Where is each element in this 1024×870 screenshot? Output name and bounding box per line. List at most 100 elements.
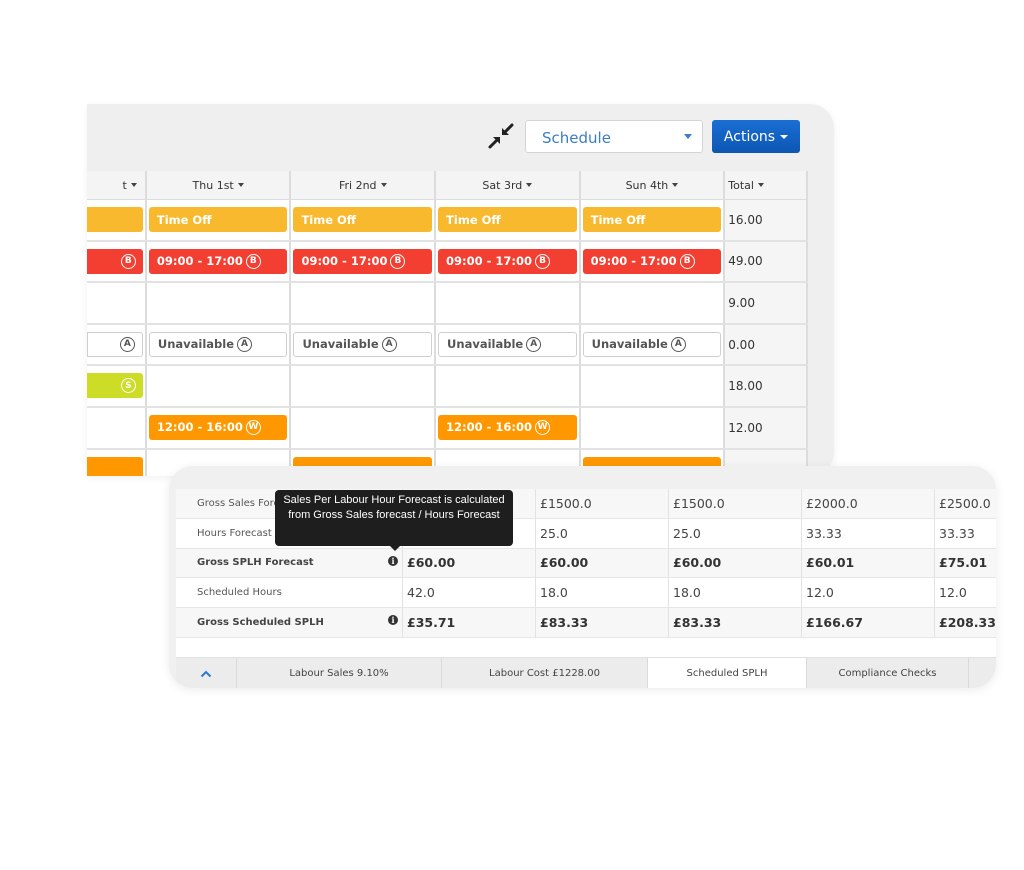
schedule-row: A Unavailable A Unavailable A Unavailable A Una…	[87, 324, 809, 367]
metric-value: £166.67	[802, 608, 935, 637]
schedule-cell[interactable]: 09:00 - 17:00 B	[291, 241, 437, 282]
schedule-cell[interactable]: 12:00 - 16:00 W	[436, 407, 581, 448]
schedule-cell[interactable]: S	[87, 366, 147, 406]
schedule-cell[interactable]	[146, 283, 292, 323]
schedule-cell[interactable]	[87, 200, 147, 240]
tab-scheduled-splh[interactable]: Scheduled SPLH	[648, 658, 807, 688]
schedule-row: 9.00	[87, 283, 809, 325]
actions-label: Actions	[723, 128, 776, 145]
caret-down-icon	[684, 134, 692, 139]
shift-block[interactable]	[87, 456, 143, 476]
view-select[interactable]: Schedule	[525, 120, 703, 153]
schedule-cell[interactable]: 09:00 - 17:00 B	[436, 241, 581, 282]
metric-value: £83.33	[669, 608, 802, 637]
caret-down-icon	[237, 183, 244, 187]
schedule-cell[interactable]	[436, 366, 581, 406]
schedule-cell[interactable]: 09:00 - 17:00 B	[146, 241, 292, 282]
time-off-block[interactable]: Time Off	[438, 207, 577, 232]
schedule-cell[interactable]: Unavailable A	[146, 324, 292, 365]
shift-block[interactable]: 09:00 - 17:00 B	[293, 248, 433, 274]
tab-labour-sales[interactable]: Labour Sales 9.10%	[237, 658, 442, 688]
time-off-block[interactable]: Time Off	[293, 207, 433, 232]
schedule-cell[interactable]	[87, 407, 147, 448]
row-total: 18.00	[725, 366, 809, 406]
role-badge-icon: W	[535, 419, 551, 435]
shift-block[interactable]: 09:00 - 17:00 B	[438, 248, 577, 274]
role-badge-icon: A	[670, 336, 686, 352]
unavailable-block[interactable]: Unavailable A	[148, 331, 288, 357]
shift-label: Unavailable	[591, 337, 668, 352]
metric-value: £60.00	[536, 548, 669, 578]
schedule-cell[interactable]	[580, 283, 726, 323]
schedule-cell[interactable]	[146, 366, 292, 406]
unavailable-block[interactable]: Unavailable A	[438, 331, 577, 357]
schedule-row: B 09:00 - 17:00 B 09:00 - 17:00 B 09:00 - 17:…	[87, 241, 809, 284]
unavailable-block[interactable]: A	[87, 331, 143, 357]
schedule-cell[interactable]	[436, 283, 581, 323]
schedule-cell[interactable]: B	[87, 241, 147, 282]
schedule-cell[interactable]: Time Off	[291, 200, 437, 240]
schedule-cell[interactable]: Time Off	[436, 200, 581, 240]
metrics-row: Gross SPLH Forecast i £60.00 £60.00 £60.00 £6…	[176, 548, 996, 579]
shift-block[interactable]: B	[87, 248, 143, 274]
time-off-block[interactable]	[87, 207, 143, 232]
row-total: 9.00	[725, 283, 809, 323]
shift-label: 09:00 - 17:00	[590, 254, 677, 269]
collapse-arrows-icon[interactable]	[485, 120, 517, 152]
metric-value: £208.33	[939, 615, 996, 631]
shift-block[interactable]: 12:00 - 16:00 W	[438, 414, 577, 440]
unavailable-block[interactable]: Unavailable A	[293, 331, 433, 357]
metric-value: 42.0	[403, 578, 536, 608]
row-total: 49.00	[725, 241, 809, 282]
column-header[interactable]: t	[87, 171, 147, 199]
column-header-label: Sun 4th	[625, 178, 669, 192]
schedule-cell[interactable]	[291, 283, 437, 323]
schedule-cell[interactable]	[291, 407, 437, 448]
schedule-cell[interactable]: Time Off	[146, 200, 292, 240]
caret-down-icon	[130, 183, 137, 187]
column-header-label: t	[122, 178, 127, 192]
metric-value: 33.33	[802, 518, 935, 548]
shift-block[interactable]: 09:00 - 17:00 B	[148, 248, 288, 274]
schedule-toolbar: Schedule Actions	[87, 104, 834, 168]
schedule-cell[interactable]: 12:00 - 16:00 W	[146, 407, 292, 448]
schedule-cell[interactable]	[87, 449, 147, 476]
column-header[interactable]: Thu 1st	[147, 171, 292, 199]
schedule-cell[interactable]: Time Off	[580, 200, 726, 240]
schedule-cell[interactable]	[580, 407, 726, 448]
schedule-cell[interactable]	[580, 366, 726, 406]
actions-button[interactable]: Actions	[712, 120, 800, 153]
time-off-block[interactable]: Time Off	[148, 207, 288, 232]
chevron-up-icon[interactable]	[176, 658, 237, 688]
shift-block[interactable]: 12:00 - 16:00 W	[148, 414, 288, 440]
time-off-block[interactable]: Time Off	[582, 207, 722, 232]
shift-block[interactable]: 09:00 - 17:00 B	[582, 248, 722, 274]
schedule-cell[interactable]: Unavailable A	[580, 324, 726, 365]
unavailable-block[interactable]: Unavailable A	[582, 331, 722, 357]
tab-compliance-checks[interactable]: Compliance Checks	[807, 658, 969, 688]
info-icon[interactable]: i	[388, 615, 398, 626]
shift-block[interactable]: S	[87, 373, 143, 399]
row-total: 0.00	[725, 324, 809, 365]
metric-value: 25.0	[536, 518, 669, 548]
column-header[interactable]: Total	[725, 171, 809, 199]
column-header[interactable]: Sat 3rd	[436, 171, 581, 199]
metric-label: Gross Scheduled SPLH i	[176, 608, 403, 637]
info-icon[interactable]: i	[388, 555, 398, 566]
metric-value: £35.71	[403, 608, 536, 637]
caret-down-icon	[780, 134, 789, 139]
schedule-cell[interactable]	[291, 366, 437, 406]
column-header[interactable]: Sun 4th	[581, 171, 726, 199]
column-header[interactable]: Fri 2nd	[291, 171, 437, 199]
metric-value: £60.00	[669, 548, 802, 578]
metric-label-text: Hours Forecast	[197, 527, 272, 539]
schedule-cell[interactable]: 09:00 - 17:00 B	[580, 241, 726, 282]
metric-value: £2500.0	[939, 495, 991, 511]
schedule-cell[interactable]	[87, 283, 147, 323]
tab-labour-cost[interactable]: Labour Cost £1228.00	[442, 658, 648, 688]
role-badge-icon: A	[119, 336, 135, 352]
schedule-cell[interactable]: Unavailable A	[291, 324, 437, 365]
schedule-cell[interactable]: A	[87, 324, 147, 365]
column-header-label: Sat 3rd	[482, 178, 523, 192]
schedule-cell[interactable]: Unavailable A	[436, 324, 581, 365]
